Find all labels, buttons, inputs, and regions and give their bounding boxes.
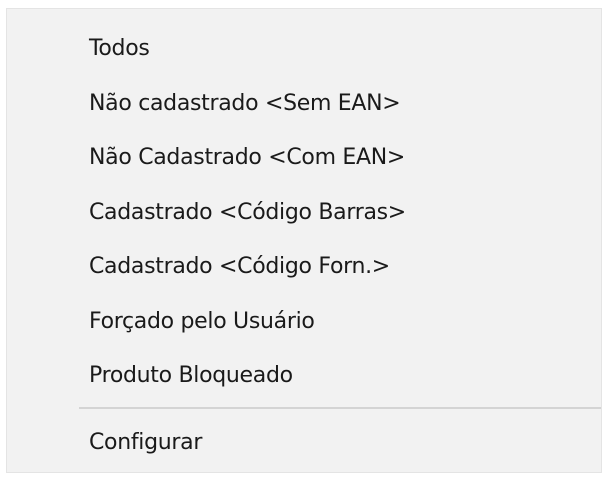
menu-item-label: Todos xyxy=(89,36,150,62)
menu-item-label: Configurar xyxy=(89,429,203,455)
menu-item-nao-cadastrado-sem-ean[interactable]: Não cadastrado <Sem EAN> xyxy=(7,77,601,132)
menu-item-label: Não cadastrado <Sem EAN> xyxy=(89,90,401,116)
menu-item-label: Cadastrado <Código Barras> xyxy=(89,199,406,225)
menu-item-todos[interactable]: Todos xyxy=(7,22,601,77)
menu-item-forcado-pelo-usuario[interactable]: Forçado pelo Usuário xyxy=(7,295,601,350)
context-menu: Todos Não cadastrado <Sem EAN> Não Cadas… xyxy=(6,8,602,473)
menu-item-list: Todos Não cadastrado <Sem EAN> Não Cadas… xyxy=(7,22,601,404)
menu-item-cadastrado-codigo-forn[interactable]: Cadastrado <Código Forn.> xyxy=(7,240,601,295)
menu-item-cadastrado-codigo-barras[interactable]: Cadastrado <Código Barras> xyxy=(7,186,601,241)
menu-item-produto-bloqueado[interactable]: Produto Bloqueado xyxy=(7,349,601,404)
menu-item-label: Não Cadastrado <Com EAN> xyxy=(89,145,406,171)
menu-separator xyxy=(79,407,601,409)
menu-item-label: Cadastrado <Código Forn.> xyxy=(89,254,390,280)
menu-item-label: Produto Bloqueado xyxy=(89,363,293,389)
menu-item-configurar[interactable]: Configurar xyxy=(7,415,601,469)
menu-item-nao-cadastrado-com-ean[interactable]: Não Cadastrado <Com EAN> xyxy=(7,131,601,186)
menu-item-label: Forçado pelo Usuário xyxy=(89,308,315,334)
